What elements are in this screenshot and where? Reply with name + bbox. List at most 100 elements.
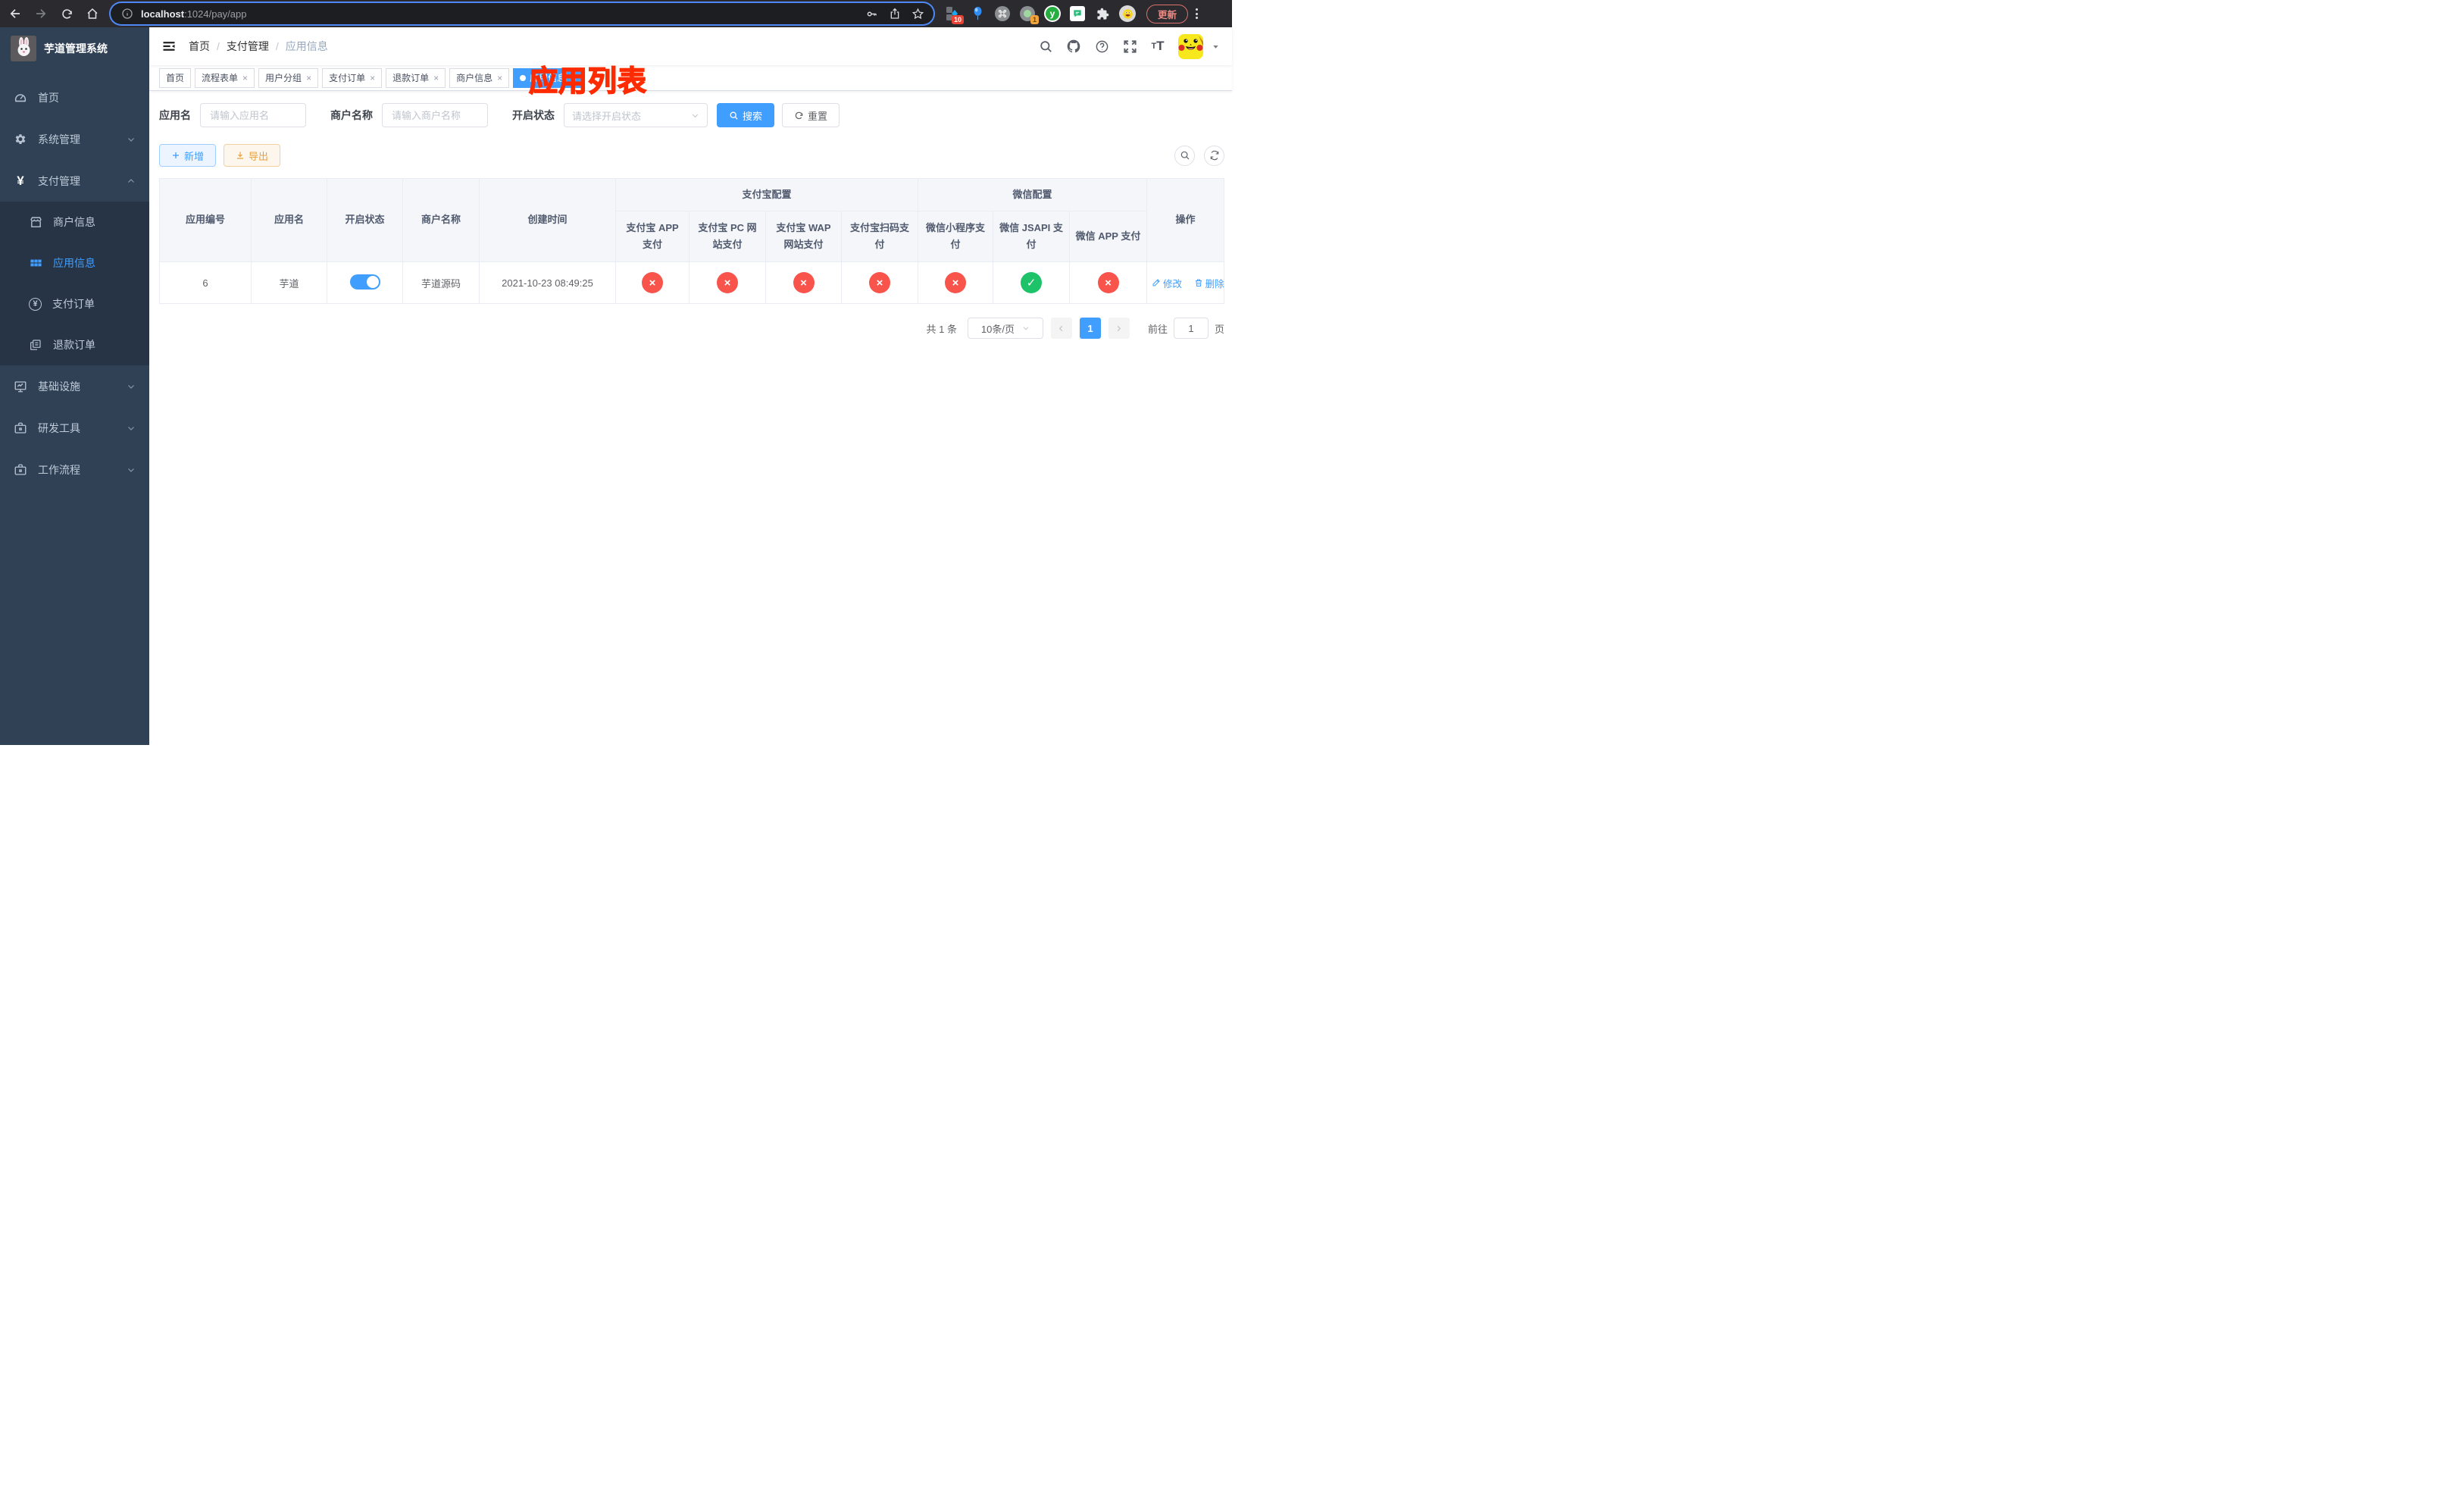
sidebar-item-label: 基础设施 <box>38 380 80 393</box>
help-icon[interactable] <box>1094 39 1109 54</box>
page-size-select[interactable]: 10条/页 <box>967 318 1043 339</box>
user-avatar[interactable] <box>1178 33 1203 59</box>
browser-menu-icon[interactable] <box>1196 8 1199 19</box>
extension-blue-diamond-icon[interactable]: 10 <box>944 5 964 24</box>
col-created: 创建时间 <box>479 178 616 262</box>
tab-user-group[interactable]: 用户分组 × <box>258 67 319 88</box>
breadcrumb-home[interactable]: 首页 <box>189 39 210 54</box>
sidebar-item-workflow[interactable]: 工作流程 <box>0 449 149 490</box>
tab-home[interactable]: 首页 <box>159 67 192 88</box>
cell-alipay-wap: × <box>765 261 842 304</box>
gear-icon <box>14 133 27 146</box>
reset-button[interactable]: 重置 <box>782 103 840 127</box>
cell-alipay-pc: × <box>689 261 766 304</box>
search-icon <box>1180 151 1189 160</box>
col-app-id: 应用编号 <box>159 178 252 262</box>
close-icon[interactable]: × <box>242 74 248 83</box>
cell-wechat-mini: × <box>918 261 994 304</box>
header-search-icon[interactable] <box>1038 39 1053 54</box>
download-icon <box>237 152 244 159</box>
extension-y-icon[interactable]: y <box>1044 5 1061 22</box>
toggle-search-button[interactable] <box>1174 145 1195 166</box>
tab-merchant-info[interactable]: 商户信息 × <box>449 67 510 88</box>
tab-refund-orders[interactable]: 退款订单 × <box>386 67 446 88</box>
close-icon[interactable]: × <box>306 74 311 83</box>
browser-reload-icon[interactable] <box>59 6 74 21</box>
close-icon[interactable]: × <box>497 74 502 83</box>
config-status-icon: ✓ <box>1021 272 1043 293</box>
sidebar-item-refund-orders[interactable]: 退款订单 <box>0 324 149 365</box>
extension-chat-icon[interactable] <box>1069 5 1086 22</box>
browser-profile-avatar[interactable] <box>1119 5 1136 22</box>
address-bar[interactable]: localhost:1024/pay/app <box>111 3 933 24</box>
sidebar-item-payment[interactable]: ¥ 支付管理 <box>0 160 149 202</box>
refresh-table-button[interactable] <box>1204 145 1224 166</box>
close-icon[interactable]: × <box>370 74 375 83</box>
next-page-button[interactable] <box>1108 318 1130 339</box>
browser-forward-icon[interactable] <box>33 6 48 21</box>
group-alipay-config: 支付宝配置 <box>614 178 919 211</box>
collapse-sidebar-icon[interactable] <box>161 39 177 54</box>
fullscreen-icon[interactable] <box>1122 39 1137 54</box>
sidebar-item-home[interactable]: 首页 <box>0 77 149 118</box>
delete-link[interactable]: 删除 <box>1194 276 1224 290</box>
col-actions: 操作 <box>1146 178 1225 262</box>
sidebar-item-merchant-info[interactable]: 商户信息 <box>0 202 149 243</box>
extension-balloon-icon[interactable] <box>969 5 986 22</box>
col-app-name: 应用名 <box>251 178 327 262</box>
payment-submenu: 商户信息 应用信息 ¥ 支付订单 退款订单 <box>0 202 149 365</box>
extension-recorder-icon[interactable]: 1 <box>1019 5 1039 24</box>
chevron-down-icon <box>692 114 699 117</box>
avatar-caret-icon[interactable] <box>1212 42 1220 51</box>
sidebar-item-dev-tools[interactable]: 研发工具 <box>0 407 149 449</box>
chevron-down-icon <box>1023 327 1029 330</box>
url-text[interactable]: localhost:1024/pay/app <box>141 8 859 20</box>
breadcrumb-current: 应用信息 <box>285 40 328 52</box>
status-toggle[interactable] <box>349 274 380 290</box>
pagination: 共 1 条 10条/页 1 前往 页 <box>159 318 1224 339</box>
share-icon[interactable] <box>889 8 901 20</box>
browser-home-icon[interactable] <box>85 6 100 21</box>
sidebar-item-app-info[interactable]: 应用信息 <box>0 243 149 283</box>
page-number-1[interactable]: 1 <box>1079 318 1101 339</box>
merchant-name-input[interactable] <box>382 103 488 127</box>
tab-pay-orders[interactable]: 支付订单 × <box>322 67 383 88</box>
prev-page-button[interactable] <box>1050 318 1072 339</box>
status-label: 开启状态 <box>512 109 555 121</box>
sidebar-item-infrastructure[interactable]: 基础设施 <box>0 365 149 407</box>
dashboard-icon <box>14 91 27 105</box>
app-name-input[interactable] <box>200 103 306 127</box>
close-icon[interactable]: × <box>433 74 439 83</box>
extension-badge: 10 <box>951 15 964 24</box>
total-count: 共 1 条 <box>926 323 957 335</box>
app-table: 应用编号 应用名 开启状态 商户名称 创建时间 支付宝配置 微信配置 操作 支付… <box>159 178 1225 304</box>
goto-label: 前往 <box>1147 323 1168 335</box>
breadcrumb-section: 支付管理 <box>226 40 269 52</box>
filter-form: 应用名 商户名称 开启状态 请选择开启状态 搜索 重置 <box>159 103 1224 127</box>
cell-actions: 修改 删除 <box>1146 261 1225 304</box>
font-size-icon[interactable]: TT <box>1150 39 1165 54</box>
sidebar-item-pay-orders[interactable]: ¥ 支付订单 <box>0 283 149 324</box>
merchant-name-label: 商户名称 <box>330 109 373 121</box>
page-suffix: 页 <box>1214 323 1224 335</box>
sidebar-logo[interactable]: 芋道管理系统 <box>0 27 149 69</box>
edit-link[interactable]: 修改 <box>1152 276 1182 290</box>
annotation-app-list: 应用列表 <box>528 65 648 99</box>
yen-circle-icon: ¥ <box>29 297 42 311</box>
tab-process-form[interactable]: 流程表单 × <box>195 67 255 88</box>
browser-back-icon[interactable] <box>8 6 23 21</box>
github-icon[interactable] <box>1066 39 1081 54</box>
password-key-icon[interactable] <box>865 8 878 20</box>
bookmark-star-icon[interactable] <box>911 8 924 20</box>
browser-update-button[interactable]: 更新 <box>1146 4 1189 23</box>
sidebar-item-system[interactable]: 系统管理 <box>0 118 149 160</box>
add-button[interactable]: 新增 <box>159 144 217 167</box>
extension-command-icon[interactable] <box>994 5 1011 22</box>
goto-page-input[interactable] <box>1173 318 1209 339</box>
refresh-icon <box>795 111 803 119</box>
extensions-puzzle-icon[interactable] <box>1094 5 1111 22</box>
status-select[interactable]: 请选择开启状态 <box>564 103 708 127</box>
site-info-icon[interactable] <box>120 6 135 21</box>
export-button[interactable]: 导出 <box>224 144 281 167</box>
search-button[interactable]: 搜索 <box>717 103 775 127</box>
